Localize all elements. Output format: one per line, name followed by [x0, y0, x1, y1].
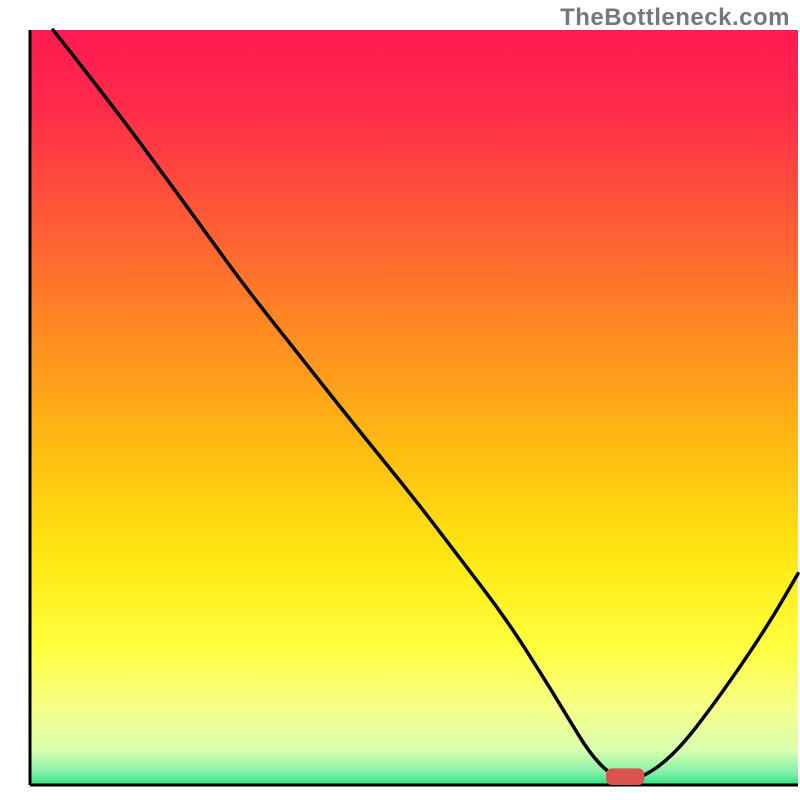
plot-background: [30, 30, 798, 785]
optimal-marker: [606, 768, 644, 785]
chart-container: TheBottleneck.com: [0, 0, 800, 800]
watermark-label: TheBottleneck.com: [560, 4, 790, 32]
bottleneck-chart: [0, 0, 800, 800]
